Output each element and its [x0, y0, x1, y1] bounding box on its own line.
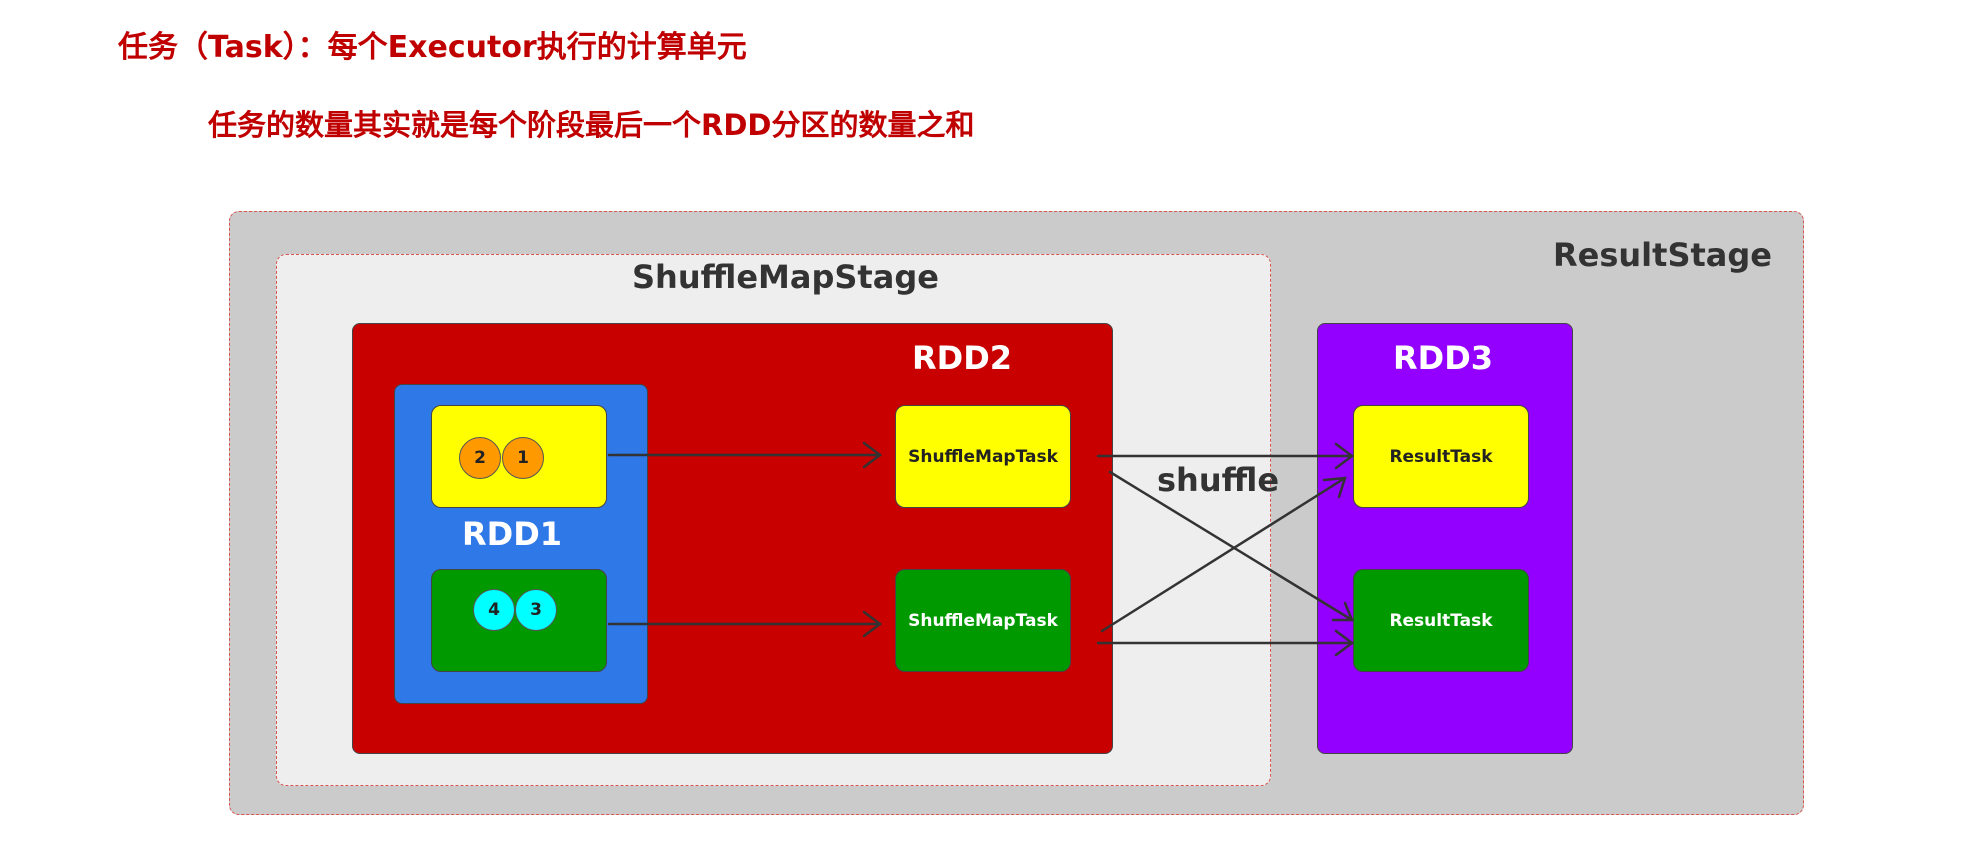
arrow-smt-bot-to-rt-top: [1100, 476, 1347, 633]
arrows-layer: [607, 441, 1355, 657]
shuffle-label: shuffle: [1157, 461, 1280, 499]
